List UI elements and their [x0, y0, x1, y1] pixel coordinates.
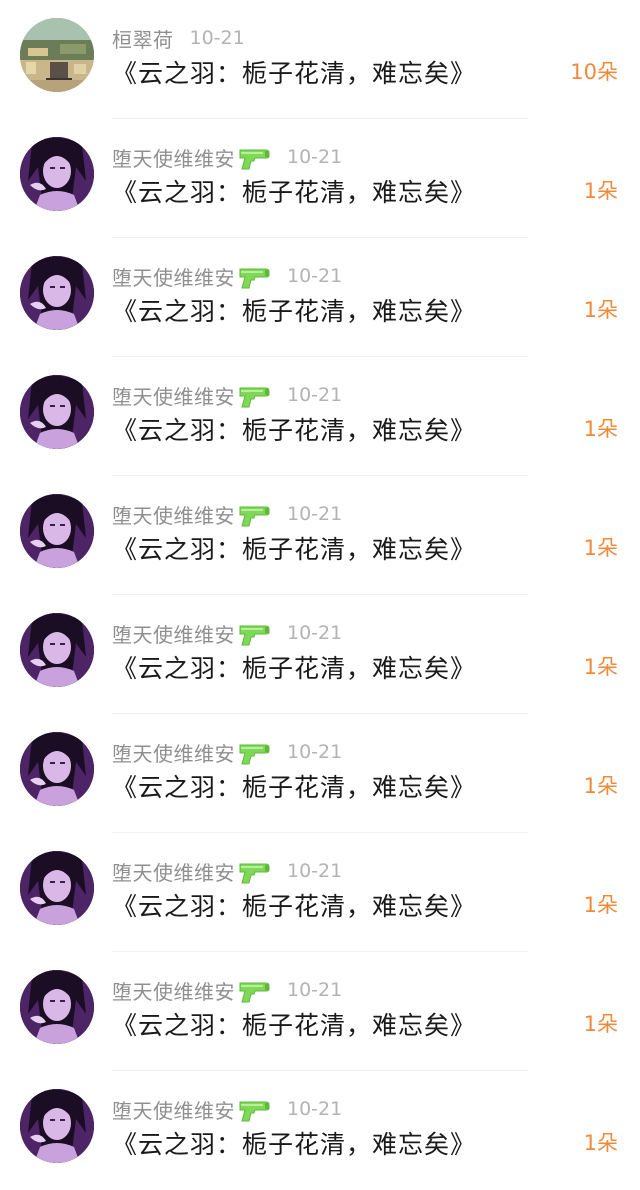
flower-count: 1朵 — [583, 298, 618, 322]
list-item[interactable]: 堕天使维维安 10-21 《云之羽：栀子花清，难忘矣》 1朵 — [0, 1071, 640, 1190]
avatar[interactable] — [20, 1089, 94, 1163]
item-title[interactable]: 《云之羽：栀子花清，难忘矣》 — [112, 1125, 476, 1161]
flower-count: 1朵 — [583, 536, 618, 560]
avatar[interactable] — [20, 256, 94, 330]
date: 10-21 — [287, 1098, 343, 1120]
item-meta: 桓翠荷 10-21 — [112, 23, 245, 53]
item-title[interactable]: 《云之羽：栀子花清，难忘矣》 — [112, 649, 476, 685]
item-title[interactable]: 《云之羽：栀子花清，难忘矣》 — [112, 887, 476, 923]
item-title[interactable]: 《云之羽：栀子花清，难忘矣》 — [112, 173, 476, 209]
list-item[interactable]: 堕天使维维安 10-21 《云之羽：栀子花清，难忘矣》 1朵 — [0, 595, 640, 714]
avatar[interactable] — [20, 375, 94, 449]
date: 10-21 — [287, 384, 343, 406]
water-gun-icon — [237, 1097, 271, 1123]
purple-girl-avatar-image — [20, 137, 94, 211]
water-gun-icon — [237, 264, 271, 290]
avatar[interactable] — [20, 851, 94, 925]
date: 10-21 — [189, 27, 245, 49]
avatar[interactable] — [20, 732, 94, 806]
purple-girl-avatar-image — [20, 375, 94, 449]
username[interactable]: 堕天使维维安 — [112, 262, 235, 291]
item-title[interactable]: 《云之羽：栀子花清，难忘矣》 — [112, 768, 476, 804]
purple-girl-avatar-image — [20, 494, 94, 568]
avatar[interactable] — [20, 137, 94, 211]
purple-girl-avatar-image — [20, 851, 94, 925]
item-title[interactable]: 《云之羽：栀子花清，难忘矣》 — [112, 411, 476, 447]
item-meta: 堕天使维维安 10-21 — [112, 856, 342, 886]
avatar[interactable] — [20, 494, 94, 568]
item-meta: 堕天使维维安 10-21 — [112, 1094, 342, 1124]
item-meta: 堕天使维维安 10-21 — [112, 142, 342, 172]
username[interactable]: 堕天使维维安 — [112, 738, 235, 767]
water-gun-icon — [237, 740, 271, 766]
item-meta: 堕天使维维安 10-21 — [112, 261, 342, 291]
landscape-avatar-image — [20, 18, 94, 92]
item-meta: 堕天使维维安 10-21 — [112, 975, 342, 1005]
item-title[interactable]: 《云之羽：栀子花清，难忘矣》 — [112, 1006, 476, 1042]
purple-girl-avatar-image — [20, 970, 94, 1044]
item-title[interactable]: 《云之羽：栀子花清，难忘矣》 — [112, 530, 476, 566]
avatar[interactable] — [20, 613, 94, 687]
username[interactable]: 堕天使维维安 — [112, 1095, 235, 1124]
flower-count: 1朵 — [583, 179, 618, 203]
list-item[interactable]: 堕天使维维安 10-21 《云之羽：栀子花清，难忘矣》 1朵 — [0, 119, 640, 238]
item-title[interactable]: 《云之羽：栀子花清，难忘矣》 — [112, 54, 476, 90]
username[interactable]: 堕天使维维安 — [112, 857, 235, 886]
date: 10-21 — [287, 265, 343, 287]
list-item[interactable]: 桓翠荷 10-21 《云之羽：栀子花清，难忘矣》 10朵 — [0, 0, 640, 119]
water-gun-icon — [237, 383, 271, 409]
username[interactable]: 堕天使维维安 — [112, 381, 235, 410]
flower-count: 1朵 — [583, 893, 618, 917]
date: 10-21 — [287, 979, 343, 1001]
gift-list: 桓翠荷 10-21 《云之羽：栀子花清，难忘矣》 10朵 堕天使维维安 10-2… — [0, 0, 640, 1167]
avatar[interactable] — [20, 18, 94, 92]
list-item[interactable]: 堕天使维维安 10-21 《云之羽：栀子花清，难忘矣》 1朵 — [0, 952, 640, 1071]
list-item[interactable]: 堕天使维维安 10-21 《云之羽：栀子花清，难忘矣》 1朵 — [0, 357, 640, 476]
item-meta: 堕天使维维安 10-21 — [112, 499, 342, 529]
water-gun-icon — [237, 145, 271, 171]
flower-count: 10朵 — [570, 60, 618, 84]
username[interactable]: 堕天使维维安 — [112, 143, 235, 172]
avatar[interactable] — [20, 970, 94, 1044]
purple-girl-avatar-image — [20, 256, 94, 330]
date: 10-21 — [287, 503, 343, 525]
purple-girl-avatar-image — [20, 1089, 94, 1163]
date: 10-21 — [287, 146, 343, 168]
flower-count: 1朵 — [583, 1131, 618, 1155]
water-gun-icon — [237, 502, 271, 528]
list-item[interactable]: 堕天使维维安 10-21 《云之羽：栀子花清，难忘矣》 1朵 — [0, 476, 640, 595]
username[interactable]: 堕天使维维安 — [112, 500, 235, 529]
item-meta: 堕天使维维安 10-21 — [112, 380, 342, 410]
purple-girl-avatar-image — [20, 613, 94, 687]
flower-count: 1朵 — [583, 655, 618, 679]
username[interactable]: 堕天使维维安 — [112, 976, 235, 1005]
purple-girl-avatar-image — [20, 732, 94, 806]
water-gun-icon — [237, 978, 271, 1004]
water-gun-icon — [237, 621, 271, 647]
date: 10-21 — [287, 860, 343, 882]
username[interactable]: 桓翠荷 — [112, 24, 174, 53]
item-meta: 堕天使维维安 10-21 — [112, 737, 342, 767]
date: 10-21 — [287, 741, 343, 763]
flower-count: 1朵 — [583, 774, 618, 798]
username[interactable]: 堕天使维维安 — [112, 619, 235, 648]
list-item[interactable]: 堕天使维维安 10-21 《云之羽：栀子花清，难忘矣》 1朵 — [0, 833, 640, 952]
date: 10-21 — [287, 622, 343, 644]
item-title[interactable]: 《云之羽：栀子花清，难忘矣》 — [112, 292, 476, 328]
flower-count: 1朵 — [583, 1012, 618, 1036]
list-item[interactable]: 堕天使维维安 10-21 《云之羽：栀子花清，难忘矣》 1朵 — [0, 238, 640, 357]
water-gun-icon — [237, 859, 271, 885]
list-item[interactable]: 堕天使维维安 10-21 《云之羽：栀子花清，难忘矣》 1朵 — [0, 714, 640, 833]
flower-count: 1朵 — [583, 417, 618, 441]
item-meta: 堕天使维维安 10-21 — [112, 618, 342, 648]
